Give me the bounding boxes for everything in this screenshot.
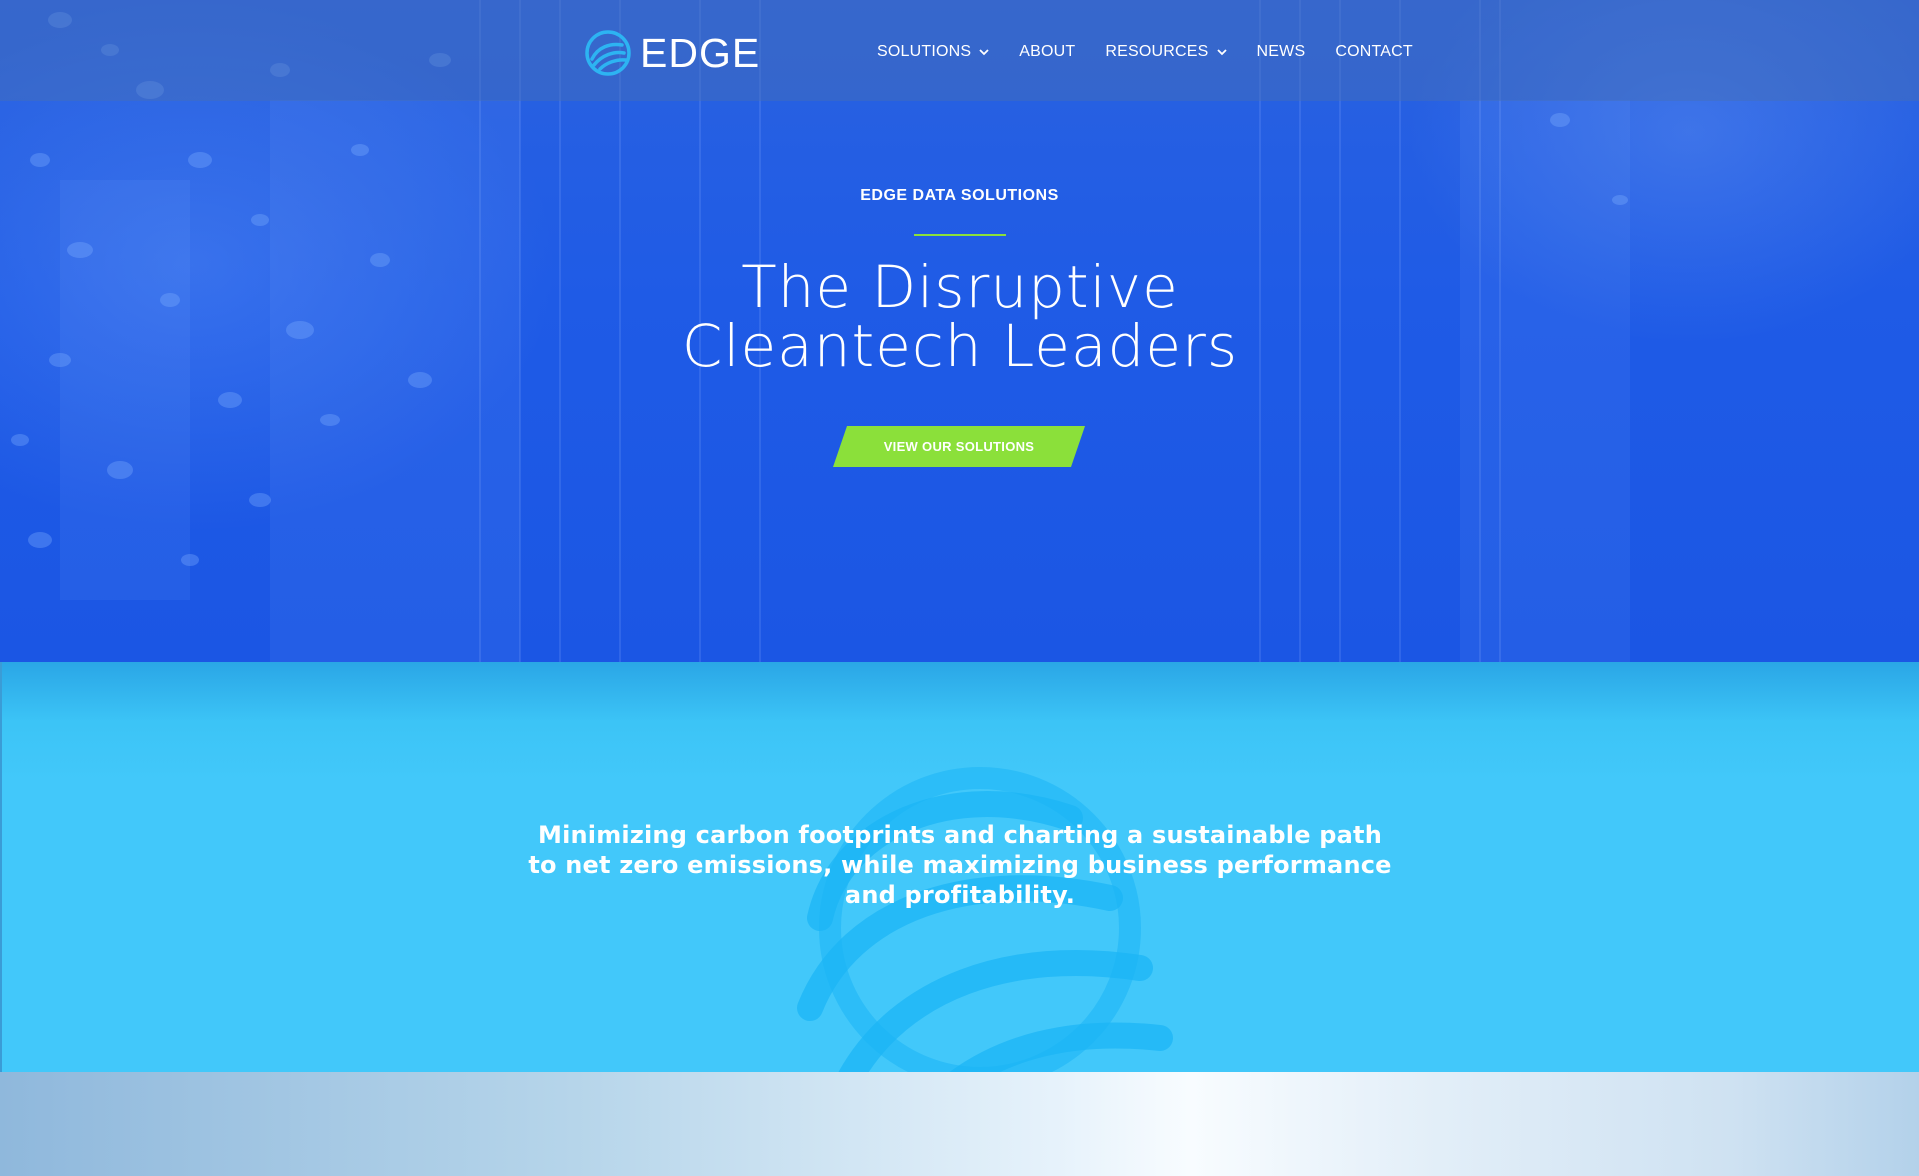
- logo-wordmark: EDGE: [640, 30, 761, 76]
- hero-title-line-2: Cleantech Leaders: [681, 312, 1239, 380]
- nav-item-label: CONTACT: [1335, 43, 1413, 60]
- main-navigation: SOLUTIONS ABOUT RESOURCES NEWS CONTACT: [877, 40, 1413, 64]
- nav-item-news[interactable]: NEWS: [1257, 43, 1306, 61]
- nav-item-solutions[interactable]: SOLUTIONS: [877, 43, 989, 61]
- next-section-preview: [0, 1072, 1919, 1176]
- site-logo[interactable]: EDGE: [584, 28, 764, 78]
- nav-item-label: NEWS: [1256, 43, 1306, 60]
- nav-item-contact[interactable]: CONTACT: [1335, 43, 1413, 61]
- nav-item-resources[interactable]: RESOURCES: [1105, 43, 1227, 61]
- section-edge-line: [0, 662, 2, 1072]
- cta-label: VIEW OUR SOLUTIONS: [883, 439, 1035, 454]
- nav-item-about[interactable]: ABOUT: [1019, 43, 1075, 61]
- nav-item-label: ABOUT: [1019, 43, 1076, 60]
- view-solutions-button[interactable]: VIEW OUR SOLUTIONS: [833, 426, 1085, 467]
- hero-divider: [914, 234, 1006, 236]
- chevron-down-icon: [1216, 49, 1227, 56]
- nav-item-label: SOLUTIONS: [877, 43, 972, 60]
- hero-title: The Disruptive Cleantech Leaders: [560, 258, 1360, 376]
- chevron-down-icon: [979, 49, 989, 56]
- hero-title-line-1: The Disruptive: [741, 253, 1179, 321]
- site-header: EDGE SOLUTIONS ABOUT RESOURCES NEWS CONT…: [0, 0, 1919, 101]
- hero-eyebrow: EDGE DATA SOLUTIONS: [860, 187, 1059, 204]
- edge-logo-icon: [585, 30, 631, 76]
- hero-section: EDGE SOLUTIONS ABOUT RESOURCES NEWS CONT…: [0, 0, 1919, 662]
- mission-section: Minimizing carbon footprints and chartin…: [0, 662, 1919, 1072]
- mission-statement: Minimizing carbon footprints and chartin…: [528, 821, 1392, 909]
- nav-item-label: RESOURCES: [1105, 43, 1209, 60]
- edge-logo-watermark-icon: [797, 767, 1173, 1072]
